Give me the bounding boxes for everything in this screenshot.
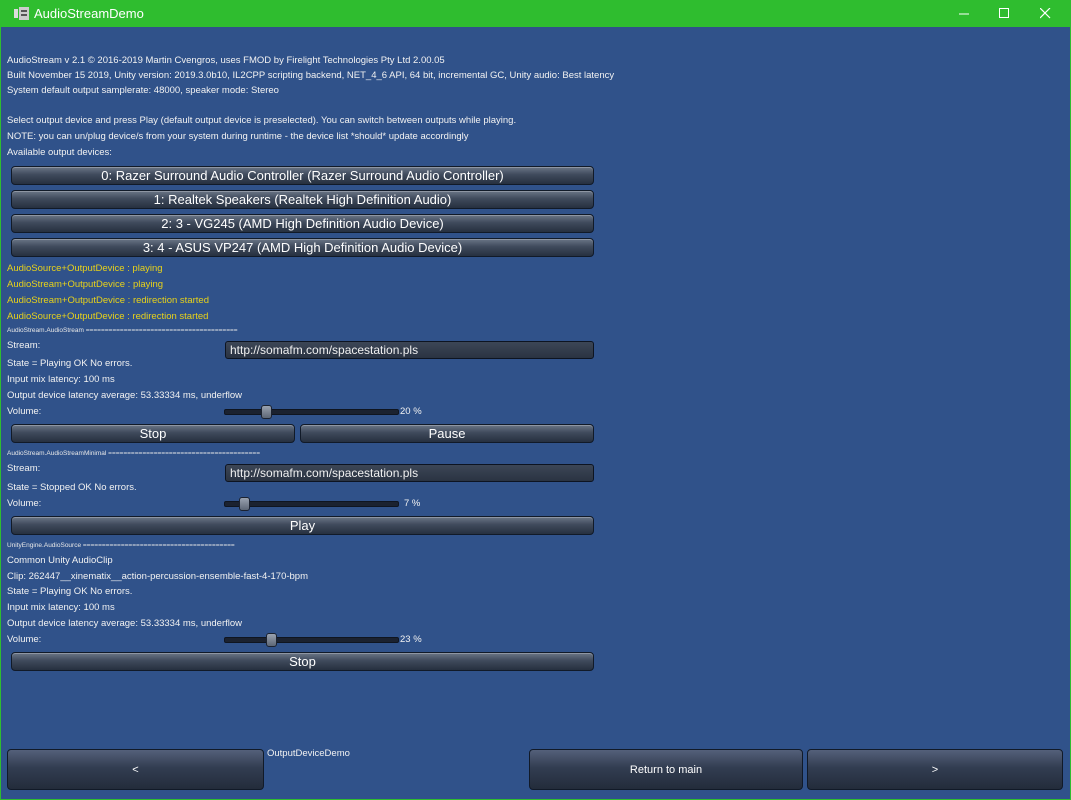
volume-slider-thumb[interactable] bbox=[260, 405, 272, 419]
log-line: AudioStream+OutputDevice : playing bbox=[7, 279, 164, 290]
log-line: AudioStream+OutputDevice : redirection s… bbox=[7, 295, 209, 306]
play-button[interactable]: Play bbox=[11, 516, 594, 535]
input-latency-text: Input mix latency: 100 ms bbox=[7, 602, 115, 613]
stop-button[interactable]: Stop bbox=[11, 652, 594, 671]
pause-button[interactable]: Pause bbox=[300, 424, 594, 443]
return-to-main-button[interactable]: Return to main bbox=[529, 749, 803, 790]
log-line: AudioSource+OutputDevice : playing bbox=[7, 263, 163, 274]
input-latency-text: Input mix latency: 100 ms bbox=[7, 374, 115, 385]
volume-slider-track[interactable] bbox=[224, 637, 399, 643]
log-line: AudioSource+OutputDevice : redirection s… bbox=[7, 311, 209, 322]
clip-title-text: Common Unity AudioClip bbox=[7, 555, 113, 566]
close-button[interactable] bbox=[1022, 0, 1068, 27]
instruction-text: Select output device and press Play (def… bbox=[7, 115, 517, 126]
volume-value: 20 % bbox=[400, 406, 422, 417]
minimal-section-header: AudioStream.AudioStreamMinimal =========… bbox=[7, 450, 260, 457]
devices-label: Available output devices: bbox=[7, 147, 112, 158]
scene-name: OutputDeviceDemo bbox=[267, 748, 350, 759]
output-latency-text: Output device latency average: 53.33334 … bbox=[7, 390, 243, 401]
volume-value: 7 % bbox=[404, 498, 421, 509]
stream-url-input[interactable]: http://somafm.com/spacestation.pls bbox=[225, 341, 594, 359]
device-button-1[interactable]: 1: Realtek Speakers (Realtek High Defini… bbox=[11, 190, 594, 209]
device-button-2[interactable]: 2: 3 - VG245 (AMD High Definition Audio … bbox=[11, 214, 594, 233]
volume-label: Volume: bbox=[7, 634, 42, 645]
volume-slider-track[interactable] bbox=[224, 409, 399, 415]
state-text: State = Stopped OK No errors. bbox=[7, 482, 137, 493]
volume-value: 23 % bbox=[400, 634, 422, 645]
window-title: AudioStreamDemo bbox=[34, 6, 144, 21]
previous-demo-button[interactable]: < bbox=[7, 749, 264, 790]
maximize-button[interactable] bbox=[981, 0, 1027, 27]
stream-label: Stream: bbox=[7, 340, 41, 351]
build-text: Built November 15 2019, Unity version: 2… bbox=[7, 70, 615, 81]
state-text: State = Playing OK No errors. bbox=[7, 358, 133, 369]
unity-section-header: UnityEngine.AudioSource ================… bbox=[7, 542, 235, 549]
output-latency-text: Output device latency average: 53.33334 … bbox=[7, 618, 243, 629]
clip-name-text: Clip: 262447__xinematix__action-percussi… bbox=[7, 571, 308, 582]
stream-label: Stream: bbox=[7, 463, 41, 474]
minimize-icon bbox=[958, 13, 969, 15]
version-text: AudioStream v 2.1 © 2016-2019 Martin Cve… bbox=[7, 55, 445, 66]
audiostream-section-header: AudioStream.AudioStream ================… bbox=[7, 327, 238, 334]
volume-label: Volume: bbox=[7, 406, 42, 417]
stream-url-input[interactable]: http://somafm.com/spacestation.pls bbox=[225, 464, 594, 482]
state-text: State = Playing OK No errors. bbox=[7, 586, 133, 597]
maximize-icon bbox=[998, 8, 1009, 18]
close-icon bbox=[1039, 8, 1050, 19]
stop-button[interactable]: Stop bbox=[11, 424, 295, 443]
device-button-0[interactable]: 0: Razer Surround Audio Controller (Raze… bbox=[11, 166, 594, 185]
note-text: NOTE: you can un/plug device/s from your… bbox=[7, 131, 469, 142]
device-button-3[interactable]: 3: 4 - ASUS VP247 (AMD High Definition A… bbox=[11, 238, 594, 257]
title-bar: AudioStreamDemo bbox=[0, 0, 1071, 27]
samplerate-text: System default output samplerate: 48000,… bbox=[7, 85, 279, 96]
volume-label: Volume: bbox=[7, 498, 42, 509]
volume-slider-thumb[interactable] bbox=[265, 633, 277, 647]
volume-slider-track[interactable] bbox=[224, 501, 399, 507]
app-icon bbox=[14, 7, 29, 20]
volume-slider-thumb[interactable] bbox=[239, 497, 251, 511]
next-demo-button[interactable]: > bbox=[807, 749, 1063, 790]
